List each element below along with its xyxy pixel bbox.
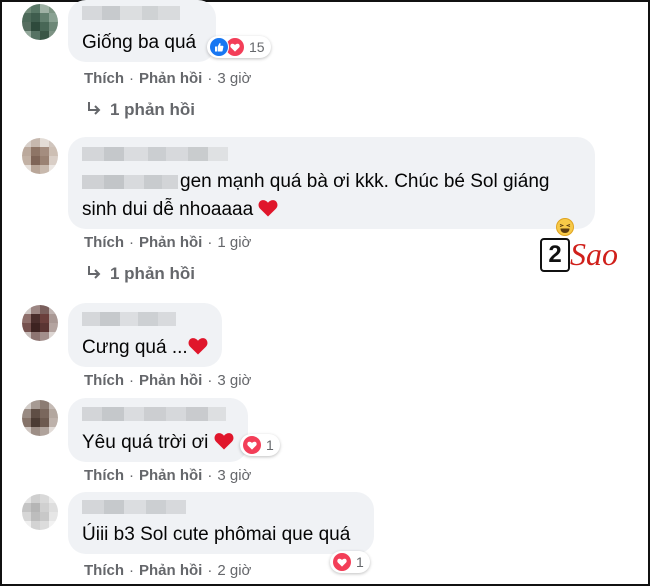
reply-link[interactable]: Phản hồi [139, 234, 202, 251]
heart-emoji-icon [258, 199, 278, 225]
separator: · [129, 562, 134, 579]
avatar[interactable] [22, 494, 58, 530]
reaction-count: 1 [266, 437, 274, 453]
replies-count-label: 1 phản hồi [110, 100, 195, 119]
comment-actions: Thích · Phản hồi · 1 giờ [84, 234, 251, 251]
comment-actions: Thích · Phản hồi · 2 giờ [84, 562, 251, 579]
separator: · [207, 234, 213, 251]
comment-text: Giống ba quá [82, 32, 197, 53]
separator: · [207, 562, 213, 579]
reaction-summary[interactable]: 15 [207, 36, 271, 58]
reply-link[interactable]: Phản hồi [139, 372, 202, 389]
like-icon [209, 37, 229, 57]
timestamp[interactable]: 1 giờ [217, 234, 251, 251]
like-link[interactable]: Thích [84, 234, 124, 251]
comment-bubble: Cưng quá ... [68, 303, 222, 367]
comment-bubble: Úiii b3 Sol cute phômai que quá [68, 492, 374, 554]
blurred-author-name[interactable] [82, 500, 186, 514]
timestamp[interactable]: 2 giờ [217, 562, 251, 579]
comment-bubble: Yêu quá trời ơi [68, 398, 248, 462]
reply-arrow-icon [86, 101, 102, 122]
comment-text-line: Cưng quá ... [82, 335, 208, 363]
like-link[interactable]: Thích [84, 70, 124, 87]
logo-word: Sao [570, 236, 618, 272]
view-replies-link[interactable]: 1 phản hồi [86, 264, 195, 286]
reply-link[interactable]: Phản hồi [139, 562, 202, 579]
timestamp[interactable]: 3 giờ [217, 467, 251, 484]
love-icon [242, 435, 262, 455]
love-icon [332, 552, 352, 572]
avatar[interactable] [22, 305, 58, 341]
reaction-summary[interactable]: 1 [240, 434, 280, 456]
heart-emoji-icon [214, 432, 234, 458]
comment-text-line: gen mạnh quá bà ơi kkk. Chúc bé Sol gián… [180, 171, 550, 192]
separator: · [129, 467, 134, 484]
like-link[interactable]: Thích [84, 372, 124, 389]
comment-actions: Thích · Phản hồi · 3 giờ [84, 372, 251, 389]
separator: · [207, 467, 213, 484]
timestamp[interactable]: 3 giờ [217, 70, 251, 87]
reply-link[interactable]: Phản hồi [139, 467, 202, 484]
separator: · [129, 70, 134, 87]
view-replies-link[interactable]: 1 phản hồi [86, 100, 195, 122]
reaction-summary[interactable]: 1 [330, 551, 370, 573]
timestamp[interactable]: 3 giờ [217, 372, 251, 389]
comment-bubble: Giống ba quá [68, 0, 216, 62]
logo-number-badge: 2 [540, 238, 570, 272]
avatar[interactable] [22, 138, 58, 174]
avatar[interactable] [22, 4, 58, 40]
blurred-author-name[interactable] [82, 147, 228, 161]
like-link[interactable]: Thích [84, 467, 124, 484]
reply-arrow-icon [86, 265, 102, 286]
separator: · [129, 234, 134, 251]
like-link[interactable]: Thích [84, 562, 124, 579]
replies-count-label: 1 phản hồi [110, 264, 195, 283]
comment-actions: Thích · Phản hồi · 3 giờ [84, 467, 251, 484]
blurred-author-name[interactable] [82, 312, 176, 326]
reaction-count: 1 [356, 554, 364, 570]
comment-actions: Thích · Phản hồi · 3 giờ [84, 70, 251, 87]
comment-text-line: Yêu quá trời ơi [82, 430, 234, 458]
reaction-count: 15 [249, 39, 265, 55]
avatar[interactable] [22, 400, 58, 436]
blurred-author-name[interactable] [82, 6, 180, 20]
blurred-mention[interactable] [82, 175, 178, 189]
comment-text: Úiii b3 Sol cute phômai que quá [82, 524, 351, 545]
separator: · [129, 372, 134, 389]
separator: · [207, 70, 213, 87]
blurred-author-name[interactable] [82, 407, 226, 421]
comment-bubble: gen mạnh quá bà ơi kkk. Chúc bé Sol gián… [68, 137, 595, 229]
comment-text-line: sinh dui dễ nhoaaaa [82, 197, 278, 225]
heart-emoji-icon [188, 337, 208, 363]
separator: · [207, 372, 213, 389]
site-watermark-logo: 2 Sao [540, 232, 632, 276]
reply-link[interactable]: Phản hồi [139, 70, 202, 87]
